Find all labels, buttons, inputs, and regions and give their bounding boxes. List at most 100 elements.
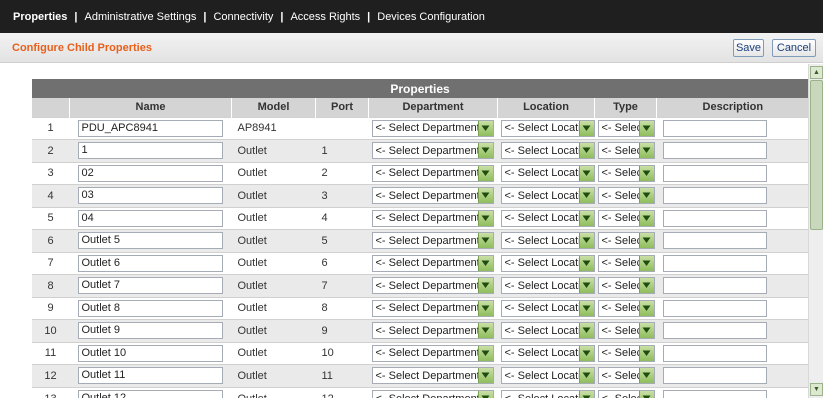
description-input[interactable] xyxy=(662,164,767,182)
location-select[interactable]: <- Select Locatio xyxy=(500,254,595,272)
save-button[interactable]: Save xyxy=(733,39,764,57)
chevron-down-icon[interactable] xyxy=(477,255,493,271)
chevron-down-icon[interactable] xyxy=(477,143,493,159)
chevron-down-icon[interactable] xyxy=(578,210,594,226)
chevron-down-icon[interactable] xyxy=(578,323,594,339)
location-select[interactable]: <- Select Locatio xyxy=(500,344,595,362)
type-select[interactable]: <- Selec xyxy=(597,322,655,340)
chevron-down-icon[interactable] xyxy=(578,233,594,249)
nav-properties[interactable]: Properties xyxy=(13,11,67,23)
department-select[interactable]: <- Select Department -> xyxy=(371,322,494,340)
chevron-down-icon[interactable] xyxy=(638,300,654,316)
name-input[interactable]: Outlet 5 xyxy=(77,232,223,250)
type-select[interactable]: <- Selec xyxy=(597,344,655,362)
type-select[interactable]: <- Selec xyxy=(597,390,655,398)
chevron-down-icon[interactable] xyxy=(638,143,654,159)
chevron-down-icon[interactable] xyxy=(638,233,654,249)
location-select[interactable]: <- Select Locatio xyxy=(500,187,595,205)
description-input[interactable] xyxy=(662,254,767,272)
name-input[interactable]: Outlet 8 xyxy=(77,299,223,317)
name-input[interactable]: PDU_APC8941 xyxy=(77,119,223,137)
chevron-down-icon[interactable] xyxy=(477,210,493,226)
scroll-up-arrow-icon[interactable]: ▲ xyxy=(810,66,823,79)
description-input[interactable] xyxy=(662,209,767,227)
description-input[interactable] xyxy=(662,390,767,398)
chevron-down-icon[interactable] xyxy=(477,165,493,181)
chevron-down-icon[interactable] xyxy=(638,210,654,226)
chevron-down-icon[interactable] xyxy=(638,188,654,204)
name-input[interactable]: Outlet 7 xyxy=(77,277,223,295)
chevron-down-icon[interactable] xyxy=(638,368,654,384)
department-select[interactable]: <- Select Department -> xyxy=(371,254,494,272)
chevron-down-icon[interactable] xyxy=(578,255,594,271)
location-select[interactable]: <- Select Locatio xyxy=(500,119,595,137)
department-select[interactable]: <- Select Department -> xyxy=(371,390,494,398)
location-select[interactable]: <- Select Locatio xyxy=(500,164,595,182)
location-select[interactable]: <- Select Locatio xyxy=(500,277,595,295)
type-select[interactable]: <- Selec xyxy=(597,142,655,160)
chevron-down-icon[interactable] xyxy=(578,120,594,136)
nav-devices-configuration[interactable]: Devices Configuration xyxy=(377,11,485,23)
chevron-down-icon[interactable] xyxy=(477,278,493,294)
chevron-down-icon[interactable] xyxy=(578,391,594,398)
description-input[interactable] xyxy=(662,322,767,340)
department-select[interactable]: <- Select Department -> xyxy=(371,119,494,137)
type-select[interactable]: <- Selec xyxy=(597,254,655,272)
chevron-down-icon[interactable] xyxy=(638,278,654,294)
chevron-down-icon[interactable] xyxy=(578,368,594,384)
chevron-down-icon[interactable] xyxy=(638,323,654,339)
type-select[interactable]: <- Selec xyxy=(597,187,655,205)
department-select[interactable]: <- Select Department -> xyxy=(371,164,494,182)
name-input[interactable]: Outlet 10 xyxy=(77,344,223,362)
chevron-down-icon[interactable] xyxy=(477,345,493,361)
chevron-down-icon[interactable] xyxy=(578,300,594,316)
name-input[interactable]: Outlet 9 xyxy=(77,322,223,340)
scroll-thumb[interactable] xyxy=(810,80,823,230)
chevron-down-icon[interactable] xyxy=(477,391,493,398)
chevron-down-icon[interactable] xyxy=(578,165,594,181)
chevron-down-icon[interactable] xyxy=(638,391,654,398)
type-select[interactable]: <- Selec xyxy=(597,277,655,295)
nav-connectivity[interactable]: Connectivity xyxy=(213,11,273,23)
name-input[interactable]: 02 xyxy=(77,164,223,182)
chevron-down-icon[interactable] xyxy=(477,120,493,136)
description-input[interactable] xyxy=(662,142,767,160)
description-input[interactable] xyxy=(662,277,767,295)
chevron-down-icon[interactable] xyxy=(477,188,493,204)
description-input[interactable] xyxy=(662,187,767,205)
vertical-scrollbar[interactable]: ▲ ▼ xyxy=(808,64,823,398)
department-select[interactable]: <- Select Department -> xyxy=(371,277,494,295)
nav-access-rights[interactable]: Access Rights xyxy=(290,11,360,23)
name-input[interactable]: Outlet 12 xyxy=(77,390,223,398)
chevron-down-icon[interactable] xyxy=(578,188,594,204)
department-select[interactable]: <- Select Department -> xyxy=(371,344,494,362)
chevron-down-icon[interactable] xyxy=(578,143,594,159)
chevron-down-icon[interactable] xyxy=(477,300,493,316)
chevron-down-icon[interactable] xyxy=(578,278,594,294)
chevron-down-icon[interactable] xyxy=(578,345,594,361)
description-input[interactable] xyxy=(662,367,767,385)
department-select[interactable]: <- Select Department -> xyxy=(371,187,494,205)
type-select[interactable]: <- Selec xyxy=(597,119,655,137)
department-select[interactable]: <- Select Department -> xyxy=(371,142,494,160)
cancel-button[interactable]: Cancel xyxy=(772,39,816,57)
department-select[interactable]: <- Select Department -> xyxy=(371,209,494,227)
name-input[interactable]: Outlet 6 xyxy=(77,254,223,272)
location-select[interactable]: <- Select Locatio xyxy=(500,367,595,385)
location-select[interactable]: <- Select Locatio xyxy=(500,322,595,340)
chevron-down-icon[interactable] xyxy=(638,165,654,181)
location-select[interactable]: <- Select Locatio xyxy=(500,209,595,227)
description-input[interactable] xyxy=(662,344,767,362)
chevron-down-icon[interactable] xyxy=(477,368,493,384)
type-select[interactable]: <- Selec xyxy=(597,299,655,317)
chevron-down-icon[interactable] xyxy=(477,323,493,339)
type-select[interactable]: <- Selec xyxy=(597,367,655,385)
name-input[interactable]: Outlet 11 xyxy=(77,367,223,385)
chevron-down-icon[interactable] xyxy=(477,233,493,249)
name-input[interactable]: 1 xyxy=(77,142,223,160)
type-select[interactable]: <- Selec xyxy=(597,164,655,182)
description-input[interactable] xyxy=(662,119,767,137)
department-select[interactable]: <- Select Department -> xyxy=(371,367,494,385)
name-input[interactable]: 04 xyxy=(77,209,223,227)
type-select[interactable]: <- Selec xyxy=(597,209,655,227)
